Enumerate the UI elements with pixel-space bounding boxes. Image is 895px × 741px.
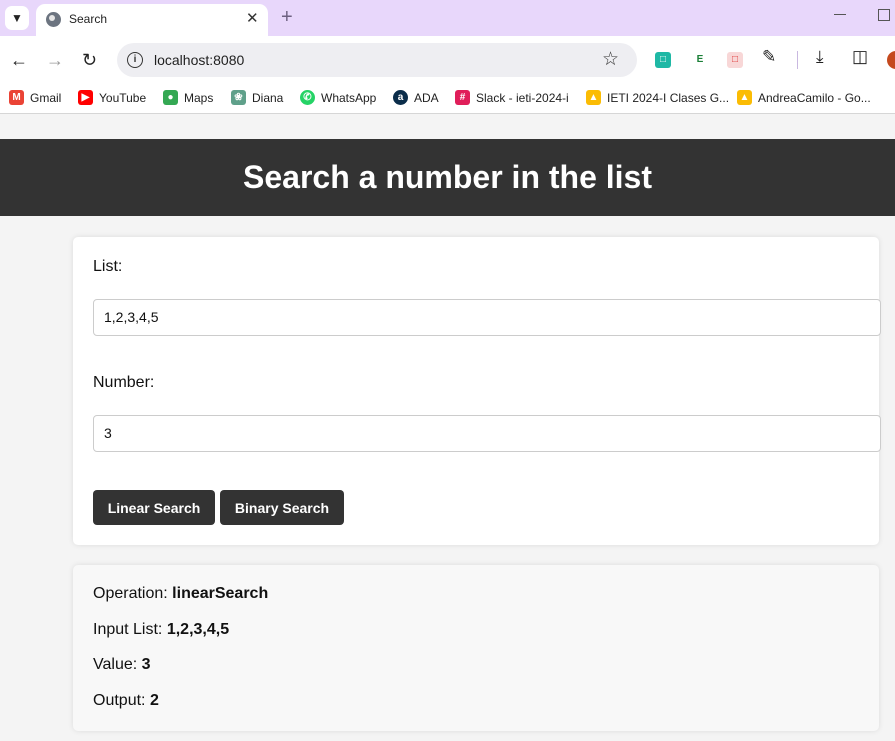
bookmark-label: Gmail (30, 90, 62, 105)
bookmark-slack[interactable]: # Slack - ieti-2024-i (455, 90, 569, 105)
operation-label: Operation: (93, 585, 168, 602)
input-list-label: Input List: (93, 621, 163, 638)
search-form: List: 1,2,3,4,5 Number: 3 Linear Search … (73, 237, 881, 545)
ada-icon: a (393, 90, 408, 105)
chevron-down-icon: ▼ (11, 11, 23, 25)
list-label: List: (93, 258, 123, 275)
site-info-icon[interactable]: i (127, 52, 143, 68)
forward-arrow-icon[interactable]: → (46, 48, 64, 72)
maps-icon: ● (163, 90, 178, 105)
bookmark-diana[interactable]: ❀ Diana (231, 90, 283, 105)
youtube-icon: ▶ (78, 90, 93, 105)
tab-title: Search (69, 12, 108, 26)
bookmark-whatsapp[interactable]: ✆ WhatsApp (300, 90, 376, 105)
page-title: Search a number in the list (243, 159, 652, 195)
new-tab-button[interactable]: + (281, 5, 293, 29)
bookmark-ada[interactable]: a ADA (393, 90, 439, 105)
download-icon[interactable]: ⤓ (816, 47, 824, 67)
bookmarks-bar: M Gmail ▶ YouTube ● Maps ❀ Diana ✆ WhatsApp a… (0, 84, 895, 114)
bookmark-star-icon[interactable]: ☆ (602, 48, 619, 71)
reload-icon[interactable]: ↻ (82, 48, 97, 72)
extension-book-icon[interactable]: □ (727, 52, 743, 68)
linear-search-button[interactable]: Linear Search (93, 490, 215, 525)
bookmark-youtube[interactable]: ▶ YouTube (78, 90, 146, 105)
bookmark-label: IETI 2024-I Clases G... (607, 90, 730, 105)
extension-teal-icon[interactable]: □ (655, 52, 671, 68)
openai-icon: ❀ (231, 90, 246, 105)
page-header: Search a number in the list (0, 139, 895, 216)
tab-strip: ▼ Search ✕ + (0, 0, 895, 36)
extensions-puzzle-icon[interactable]: ✎ (762, 47, 776, 67)
bookmark-label: ADA (414, 90, 439, 105)
value-label: Value: (93, 656, 138, 673)
result-panel: Operation: linearSearch Input List: 1,2,… (73, 565, 879, 731)
bookmark-andreacamilo[interactable]: ▲ AndreaCamilo - Go... (737, 90, 871, 105)
input-list-line: Input List: 1,2,3,4,5 (93, 621, 229, 639)
binary-search-button[interactable]: Binary Search (220, 490, 344, 525)
bookmark-label: Diana (252, 90, 284, 105)
bookmark-ieti-clases[interactable]: ▲ IETI 2024-I Clases G... (586, 90, 729, 105)
value-line: Value: 3 (93, 656, 151, 674)
toolbar-divider (797, 51, 798, 69)
url-text[interactable]: localhost:8080 (154, 52, 244, 68)
google-drive-icon: ▲ (586, 90, 601, 105)
side-panel-icon[interactable]: ◫ (852, 47, 868, 67)
number-label: Number: (93, 374, 155, 391)
bookmark-label: WhatsApp (321, 90, 377, 105)
minimize-icon[interactable] (834, 14, 846, 15)
extension-e-icon[interactable]: E (692, 52, 708, 68)
bookmark-label: Slack - ieti-2024-i (476, 90, 569, 105)
bookmark-label: Maps (184, 90, 214, 105)
bookmark-maps[interactable]: ● Maps (163, 90, 213, 105)
number-input[interactable]: 3 (93, 415, 881, 452)
maximize-icon[interactable] (878, 9, 890, 21)
google-drive-icon: ▲ (737, 90, 752, 105)
output-label: Output: (93, 692, 146, 709)
slack-icon: # (455, 90, 470, 105)
bookmark-label: YouTube (99, 90, 147, 105)
output-line: Output: 2 (93, 692, 159, 710)
input-list-value: 1,2,3,4,5 (166, 621, 230, 638)
close-icon[interactable]: ✕ (246, 9, 259, 29)
whatsapp-icon: ✆ (300, 90, 315, 105)
value-value: 3 (141, 656, 151, 673)
operation-line: Operation: linearSearch (93, 585, 268, 603)
browser-tab[interactable]: Search ✕ (36, 4, 268, 36)
bookmark-label: AndreaCamilo - Go... (758, 90, 871, 105)
address-bar[interactable]: i localhost:8080 ☆ (117, 43, 637, 77)
back-arrow-icon[interactable]: ← (10, 48, 28, 72)
list-input[interactable]: 1,2,3,4,5 (93, 299, 881, 336)
tab-search-button[interactable]: ▼ (5, 6, 29, 30)
globe-icon (46, 12, 61, 27)
output-value: 2 (149, 692, 159, 709)
browser-toolbar: ← → ↻ i localhost:8080 ☆ □ E □ ✎ ⤓ ◫ (0, 36, 895, 84)
gmail-icon: M (9, 90, 24, 105)
profile-avatar[interactable] (887, 51, 895, 69)
bookmark-gmail[interactable]: M Gmail (9, 90, 61, 105)
operation-value: linearSearch (172, 585, 269, 602)
